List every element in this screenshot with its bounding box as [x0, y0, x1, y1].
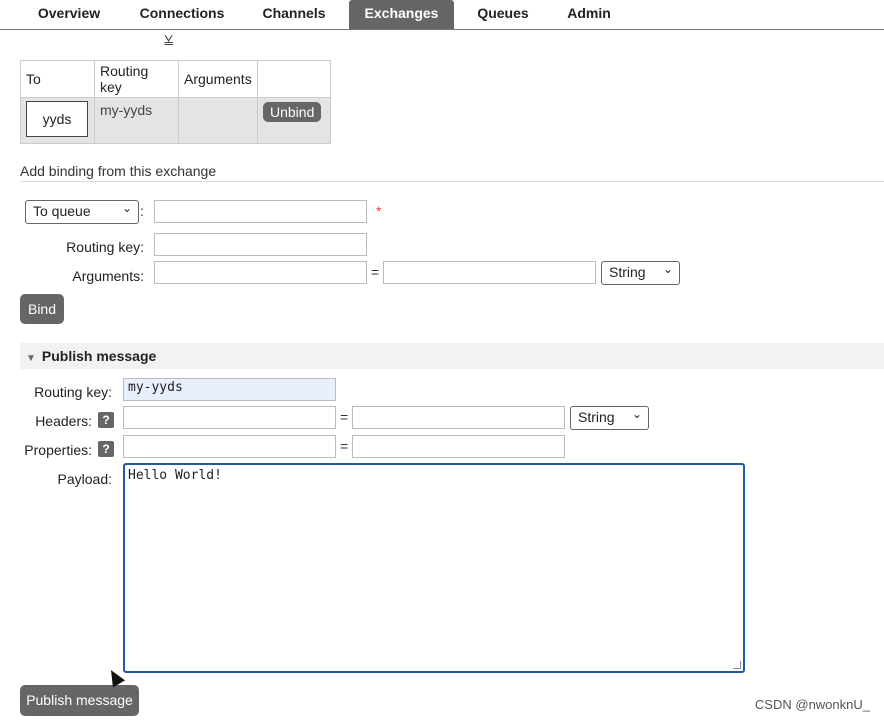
binding-destination-link[interactable]: yyds [26, 101, 88, 137]
publish-routing-key-label: Routing key: [34, 384, 112, 400]
equals-sign: = [371, 264, 380, 280]
header-value-input[interactable] [352, 406, 565, 429]
watermark: CSDN @nwonknU_ [754, 697, 870, 712]
equals-sign: = [340, 438, 349, 454]
header-key-input[interactable] [123, 406, 336, 429]
payload-text: Hello World! [128, 468, 222, 483]
payload-textarea[interactable]: Hello World! [123, 463, 745, 673]
resize-handle-icon[interactable] [733, 661, 741, 669]
required-marker: * [376, 203, 382, 219]
top-nav: Overview Connections Channels Exchanges … [0, 0, 884, 30]
argument-type-select[interactable]: String ⌄ [601, 261, 680, 285]
tab-queues[interactable]: Queues [466, 0, 540, 29]
add-binding-title: Add binding from this exchange [20, 163, 884, 182]
collapse-triangle-icon: ▼ [26, 353, 36, 364]
properties-help-icon[interactable]: ? [98, 441, 114, 457]
tab-channels[interactable]: Channels [248, 0, 340, 29]
column-header-routing-key: Routing key [94, 60, 179, 98]
argument-value-input[interactable] [383, 261, 596, 284]
tab-connections[interactable]: Connections [126, 0, 238, 29]
header-type-select[interactable]: String ⌄ [570, 406, 649, 430]
headers-label: Headers: [35, 413, 92, 429]
binding-routing-key: my-yyds [94, 97, 179, 144]
publish-message-title: Publish message [41, 348, 157, 364]
arguments-label: Arguments: [72, 268, 144, 284]
binding-action-cell: Unbind [257, 97, 331, 144]
tab-exchanges[interactable]: Exchanges [349, 0, 454, 29]
table-row: yyds my-yyds Unbind [20, 97, 331, 144]
column-header-actions [257, 60, 331, 98]
down-arrow-icon: ⩣ [164, 29, 174, 46]
chevron-down-icon: ⌄ [662, 262, 673, 276]
destination-type-select[interactable]: To queue ⌄ [25, 200, 139, 224]
bindings-table: To Routing key Arguments yyds my-yyds Un… [20, 60, 331, 144]
tab-admin[interactable]: Admin [556, 0, 622, 29]
binding-arguments [178, 97, 258, 144]
destination-input[interactable] [154, 200, 367, 223]
routing-key-label: Routing key: [66, 239, 144, 255]
property-key-input[interactable] [123, 435, 336, 458]
argument-type-value: String [609, 264, 646, 280]
property-value-input[interactable] [352, 435, 565, 458]
binding-routing-key-input[interactable] [154, 233, 367, 256]
publish-routing-key-input[interactable]: my-yyds [123, 378, 336, 401]
chevron-down-icon: ⌄ [121, 201, 132, 215]
destination-type-value: To queue [33, 203, 91, 219]
binding-to-cell: yyds [20, 97, 95, 144]
properties-label: Properties: [24, 442, 92, 458]
column-header-arguments: Arguments [178, 60, 258, 98]
header-type-value: String [578, 409, 615, 425]
argument-key-input[interactable] [154, 261, 367, 284]
payload-label: Payload: [57, 471, 112, 487]
bind-button[interactable]: Bind [20, 294, 64, 324]
chevron-down-icon: ⌄ [631, 407, 642, 421]
tab-overview[interactable]: Overview [22, 0, 116, 29]
colon-separator: : [140, 203, 144, 219]
unbind-button[interactable]: Unbind [263, 102, 322, 122]
publish-message-button[interactable]: Publish message [20, 685, 139, 716]
headers-help-icon[interactable]: ? [98, 412, 114, 428]
publish-message-header[interactable]: ▼ Publish message [20, 343, 884, 369]
column-header-to: To [20, 60, 95, 98]
equals-sign: = [340, 409, 349, 425]
